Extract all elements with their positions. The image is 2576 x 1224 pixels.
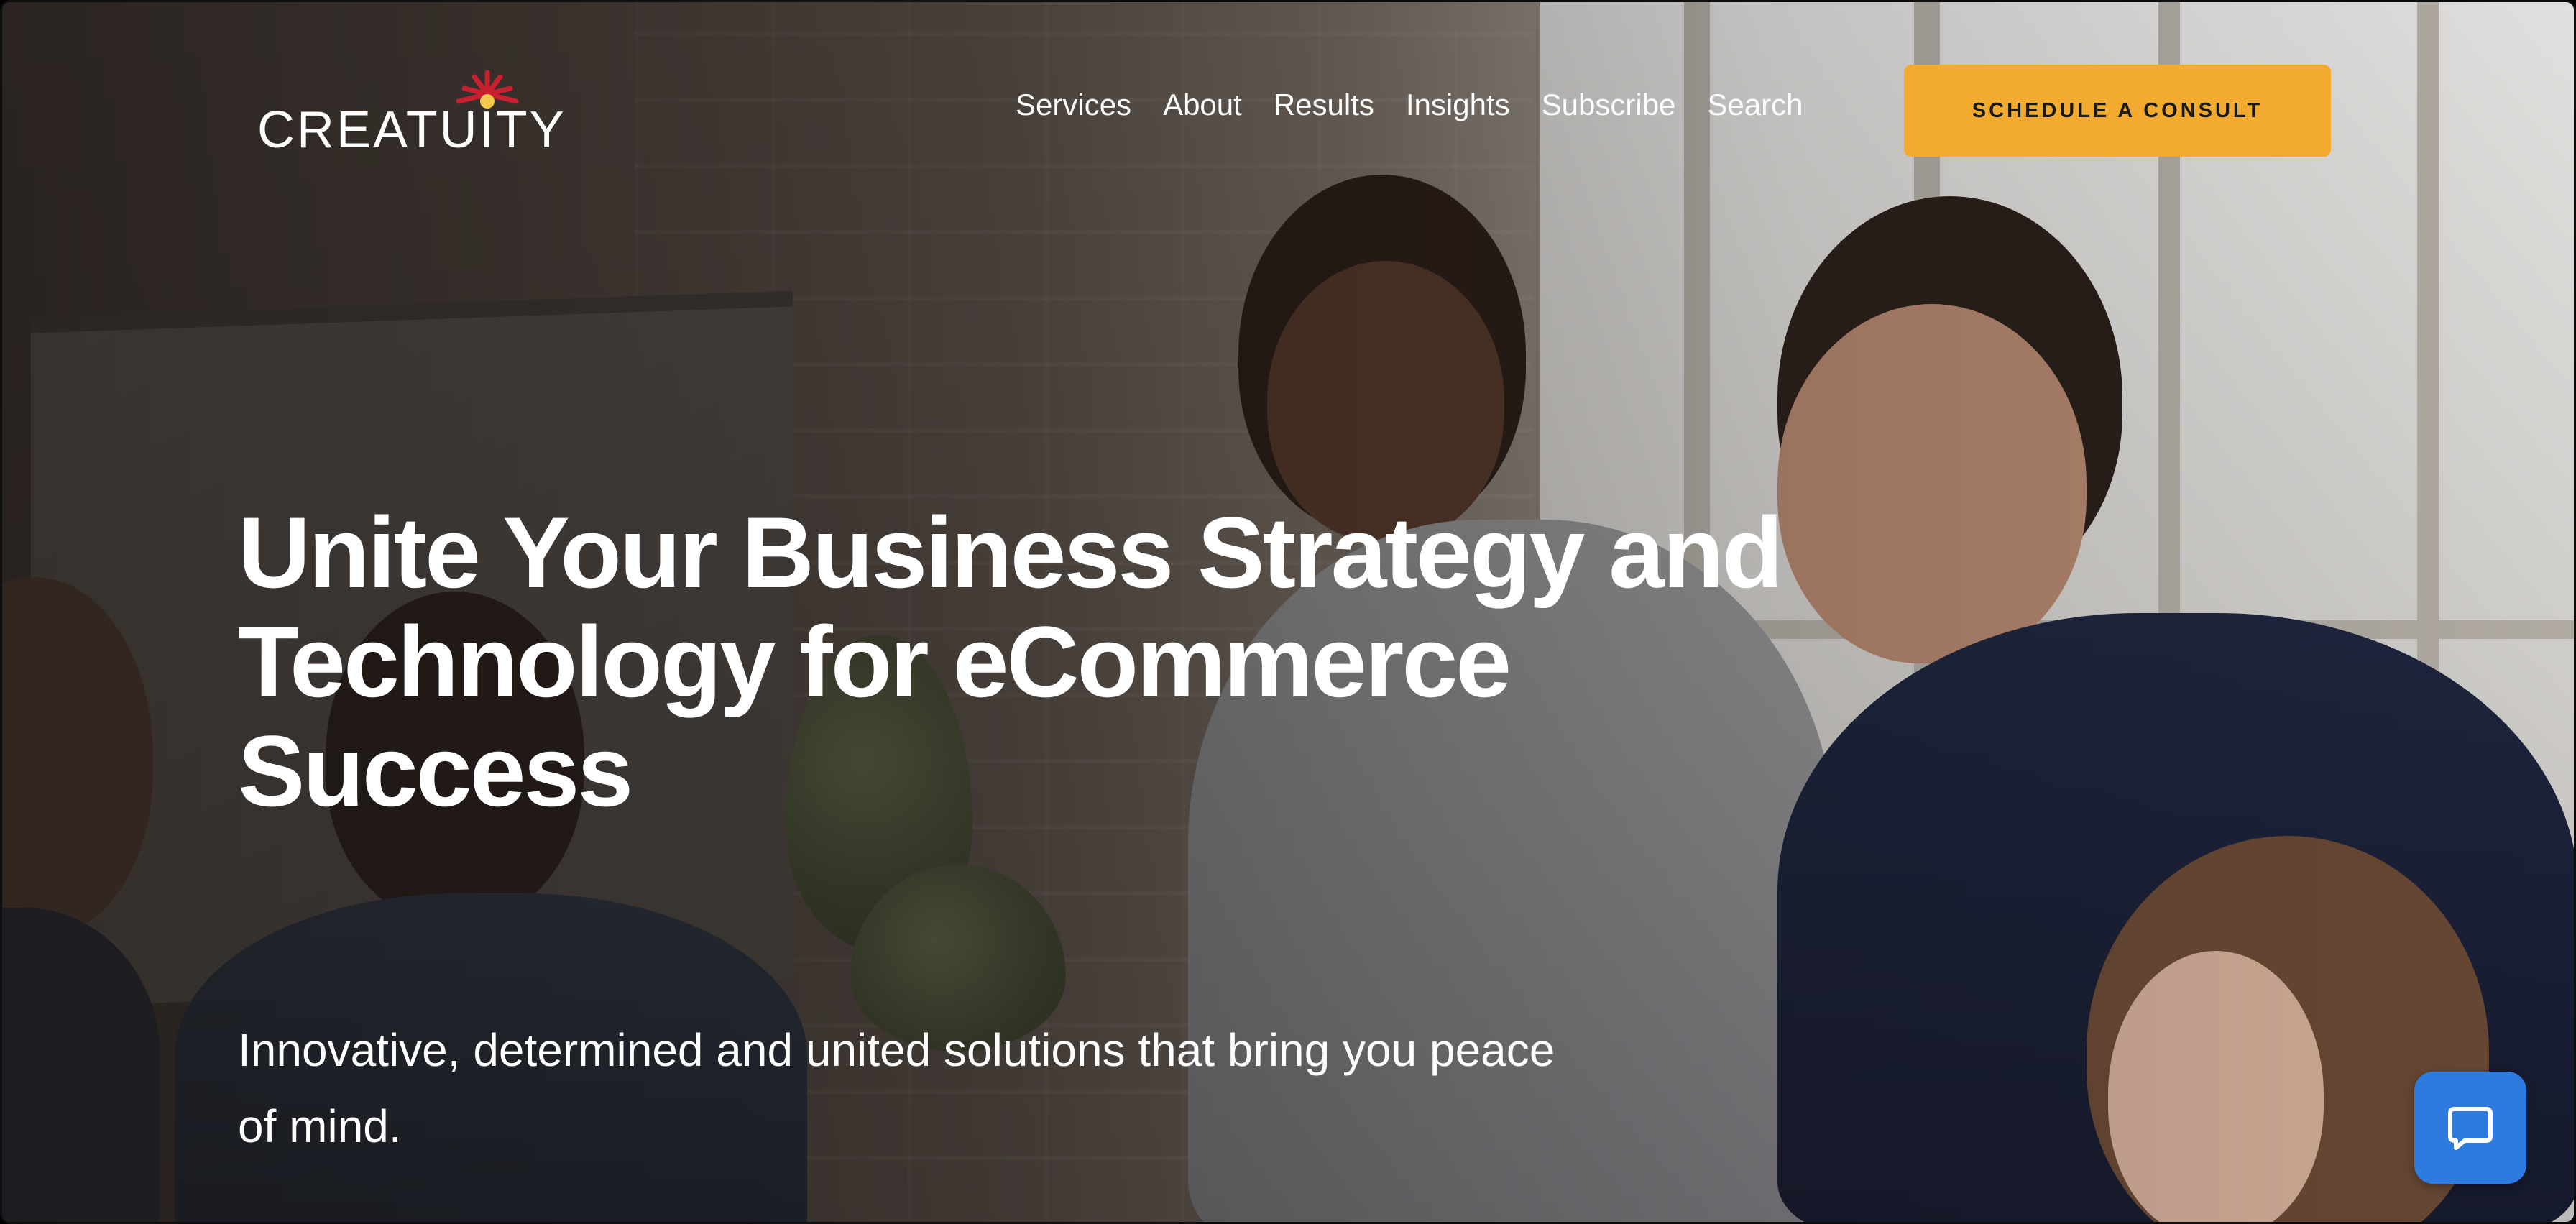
- nav-item-about[interactable]: About: [1163, 87, 1242, 123]
- hero-headline-line: Success: [238, 714, 633, 827]
- hero-headline-line: Unite Your Business Strategy and: [238, 496, 1783, 609]
- nav-item-search[interactable]: Search: [1707, 87, 1803, 123]
- creatuity-logo[interactable]: CREATUITY: [257, 68, 566, 159]
- chat-bubble-icon: [2448, 1107, 2493, 1150]
- hero-subheading: Innovative, determined and united soluti…: [238, 1012, 1675, 1164]
- chat-launcher-button[interactable]: [2414, 1072, 2526, 1184]
- schedule-consult-button[interactable]: SCHEDULE A CONSULT: [1904, 65, 2331, 157]
- hero-subheading-line: Innovative, determined and united soluti…: [238, 1024, 1555, 1076]
- hero-headline-line: Technology for eCommerce: [238, 605, 1512, 718]
- nav-item-results[interactable]: Results: [1274, 87, 1374, 123]
- nav-item-insights[interactable]: Insights: [1406, 87, 1510, 123]
- main-nav: Services About Results Insights Subscrib…: [1016, 87, 1834, 123]
- browser-viewport: CREATUITY Services About Results Insight…: [0, 0, 2576, 1224]
- nav-item-subscribe[interactable]: Subscribe: [1542, 87, 1676, 123]
- hero-subheading-line: of mind.: [238, 1100, 402, 1152]
- hero-headline: Unite Your Business Strategy and Technol…: [238, 498, 1819, 826]
- logo-wordmark: CREATUITY: [257, 101, 566, 159]
- nav-item-services[interactable]: Services: [1016, 87, 1131, 123]
